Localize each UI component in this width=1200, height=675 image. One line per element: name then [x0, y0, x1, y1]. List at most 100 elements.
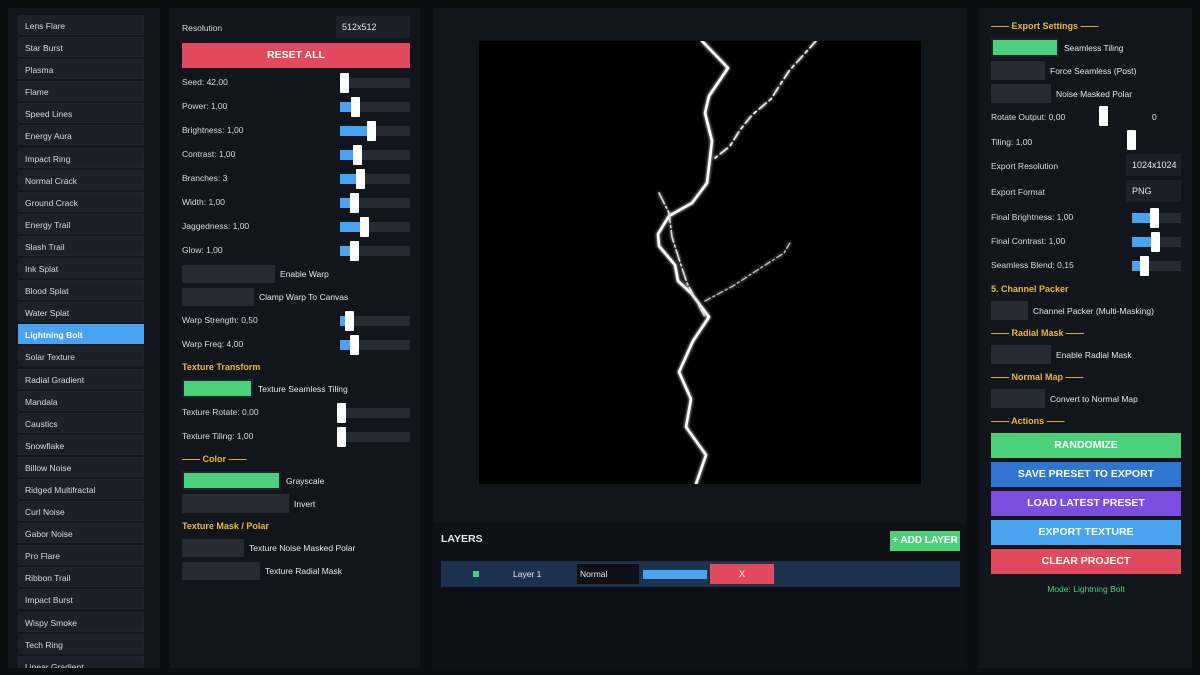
slider-track[interactable]: [337, 403, 410, 423]
slider-track[interactable]: [340, 73, 410, 93]
slider-thumb[interactable]: [340, 73, 349, 93]
layers-title: LAYERS: [441, 533, 483, 545]
sidebar-item[interactable]: Tech Ring: [18, 633, 144, 654]
export-texture-button[interactable]: EXPORT TEXTURE: [991, 520, 1181, 545]
sidebar-item[interactable]: Ribbon Trail: [18, 567, 144, 588]
load-preset-button[interactable]: LOAD LATEST PRESET: [991, 491, 1181, 516]
add-layer-button[interactable]: + ADD LAYER: [890, 531, 960, 551]
slider-thumb[interactable]: [1140, 256, 1149, 276]
noise-masked-polar-export-toggle[interactable]: [991, 84, 1051, 103]
slider-track[interactable]: [340, 311, 410, 331]
slider-thumb[interactable]: [350, 241, 359, 261]
delete-layer-button[interactable]: X: [710, 564, 774, 584]
texture-seamless-label: Texture Seamless Tiling: [258, 384, 348, 394]
export-resolution-value[interactable]: 1024x1024: [1126, 154, 1181, 176]
slider-thumb[interactable]: [1150, 208, 1159, 228]
sidebar-item[interactable]: Solar Texture: [18, 346, 144, 367]
layer-visibility-indicator[interactable]: [473, 571, 479, 577]
slider-thumb[interactable]: [360, 217, 369, 237]
save-preset-button[interactable]: SAVE PRESET TO EXPORT: [991, 462, 1181, 487]
rotate-output-label: Rotate Output: 0,00: [991, 112, 1066, 122]
sidebar-item[interactable]: Energy Trail: [18, 213, 144, 234]
slider-track[interactable]: [340, 97, 410, 117]
slider-thumb[interactable]: [353, 145, 362, 165]
rotate-output-slider-thumb[interactable]: [1099, 106, 1108, 126]
sidebar-item[interactable]: Billow Noise: [18, 456, 144, 477]
slider-track[interactable]: [340, 169, 410, 189]
sidebar-item[interactable]: Blood Splat: [18, 280, 144, 301]
slider-track[interactable]: [340, 145, 410, 165]
slider-track[interactable]: [340, 335, 410, 355]
grayscale-toggle[interactable]: [182, 471, 281, 490]
sidebar-item[interactable]: Snowflake: [18, 434, 144, 455]
layer-blend-mode-select[interactable]: Normal: [577, 564, 639, 584]
slider-track[interactable]: [1132, 232, 1181, 252]
sidebar-item[interactable]: Speed Lines: [18, 103, 144, 124]
slider-thumb[interactable]: [356, 169, 365, 189]
randomize-button[interactable]: RANDOMIZE: [991, 433, 1181, 458]
sidebar-item[interactable]: Mandala: [18, 390, 144, 411]
slider-thumb[interactable]: [350, 335, 359, 355]
sidebar-item[interactable]: Normal Crack: [18, 169, 144, 190]
sidebar-item[interactable]: Plasma: [18, 59, 144, 80]
clamp-warp-label: Clamp Warp To Canvas: [259, 292, 349, 302]
sidebar-item[interactable]: Gabor Noise: [18, 523, 144, 544]
radial-mask-toggle[interactable]: [991, 345, 1051, 364]
slider-track[interactable]: [340, 241, 410, 261]
slider-thumb[interactable]: [1151, 232, 1160, 252]
sidebar-item[interactable]: Pro Flare: [18, 545, 144, 566]
channel-packer-label: Channel Packer (Multi-Masking): [1033, 306, 1154, 316]
layer-row[interactable]: Layer 1 Normal X: [441, 561, 960, 587]
slider-thumb[interactable]: [367, 121, 376, 141]
layer-opacity-slider[interactable]: [643, 570, 707, 579]
texture-radial-mask-toggle[interactable]: [182, 562, 260, 580]
export-format-select[interactable]: PNG: [1126, 180, 1181, 202]
texture-seamless-toggle[interactable]: [182, 379, 253, 398]
sidebar-item[interactable]: Wispy Smoke: [18, 611, 144, 632]
texture-preview-canvas[interactable]: [479, 41, 921, 484]
clear-project-button[interactable]: CLEAR PROJECT: [991, 549, 1181, 574]
slider-thumb[interactable]: [350, 193, 359, 213]
radial-mask-label: Enable Radial Mask: [1056, 350, 1132, 360]
reset-all-button[interactable]: RESET ALL: [182, 43, 410, 68]
sidebar-item[interactable]: Energy Aura: [18, 125, 144, 146]
slider-thumb[interactable]: [351, 97, 360, 117]
sidebar-item[interactable]: Slash Trail: [18, 235, 144, 256]
sidebar-item[interactable]: Ridged Multifractal: [18, 478, 144, 499]
normal-map-toggle[interactable]: [991, 389, 1045, 408]
slider-thumb[interactable]: [345, 311, 354, 331]
tiling-slider-thumb[interactable]: [1127, 130, 1136, 150]
slider-thumb[interactable]: [337, 427, 346, 447]
seamless-tiling-toggle[interactable]: [991, 38, 1059, 57]
slider-thumb[interactable]: [337, 403, 346, 423]
sidebar-item[interactable]: Impact Ring: [18, 147, 144, 168]
sidebar-item[interactable]: Star Burst: [18, 37, 144, 58]
sidebar-item[interactable]: Lightning Bolt: [18, 324, 144, 345]
sidebar-item[interactable]: Curl Noise: [18, 501, 144, 522]
sidebar-item[interactable]: Impact Burst: [18, 589, 144, 610]
slider-track[interactable]: [340, 217, 410, 237]
resolution-value[interactable]: 512x512: [336, 16, 410, 38]
slider-track[interactable]: [1132, 256, 1181, 276]
sidebar-item[interactable]: Lens Flare: [18, 15, 144, 35]
sidebar-item[interactable]: Ground Crack: [18, 191, 144, 212]
invert-toggle[interactable]: [182, 494, 289, 513]
slider-track[interactable]: [340, 193, 410, 213]
params-panel: Resolution 512x512 RESET ALL Seed: 42,00…: [170, 8, 420, 668]
sidebar-item[interactable]: Ink Splat: [18, 258, 144, 279]
sidebar-item[interactable]: Water Splat: [18, 302, 144, 323]
enable-warp-toggle[interactable]: [182, 265, 275, 283]
slider-track[interactable]: [1132, 208, 1181, 228]
sidebar-item[interactable]: Flame: [18, 81, 144, 102]
slider-track[interactable]: [340, 121, 410, 141]
grayscale-label: Grayscale: [286, 476, 325, 486]
force-seamless-toggle[interactable]: [991, 61, 1045, 80]
clamp-warp-toggle[interactable]: [182, 288, 254, 306]
channel-packer-toggle[interactable]: [991, 301, 1028, 320]
sidebar-item[interactable]: Linear Gradient: [18, 655, 144, 668]
sidebar-item[interactable]: Radial Gradient: [18, 368, 144, 389]
slider-track[interactable]: [337, 427, 410, 447]
noise-masked-polar-toggle[interactable]: [182, 539, 244, 557]
sidebar-item[interactable]: Caustics: [18, 412, 144, 433]
slider-label: Glow: 1,00: [182, 245, 223, 255]
